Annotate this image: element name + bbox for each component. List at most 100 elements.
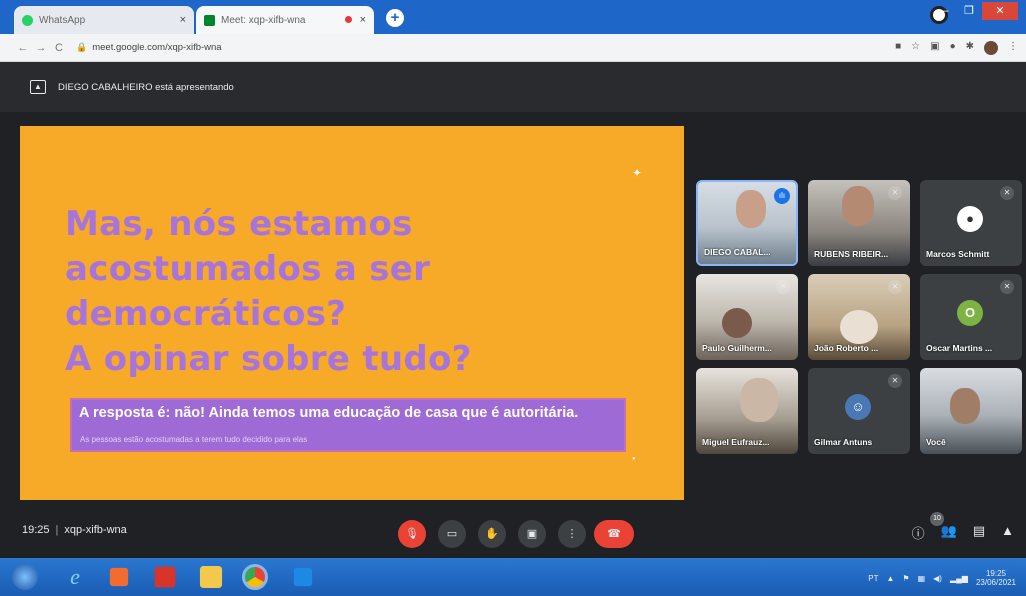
mic-off-icon: ✕ [888,374,902,388]
signal-icon[interactable]: ▂▄▆ [950,574,968,583]
volume-icon[interactable]: ◀) [933,574,942,583]
present-button[interactable]: ▣ [518,520,546,548]
mic-off-icon: ✕ [776,280,790,294]
browser-tab-bar: WhatsApp × Meet: xqp-xifb-wna × + — ❐ ✕ [0,0,1026,34]
chat-icon[interactable]: ▤ [973,523,985,542]
meeting-time: 19:25 [22,524,50,536]
slide-headline: Mas, nós estamos acostumados a ser democ… [65,202,625,382]
mic-off-icon: ✕ [1000,186,1014,200]
address-bar-icons: ■ ☆ ▣ ● ✱ ⋮ [895,41,1018,55]
lock-icon: 🔒 [76,42,88,52]
participant-name: DIEGO CABAL... [704,247,771,257]
meeting-info: 19:25 | xqp-xifb-wna [22,524,127,536]
answer-text: A resposta é: não! Ainda temos uma educa… [79,405,579,421]
participant-name: Paulo Guilherm... [702,343,772,353]
avatar: O [957,300,983,326]
url-text: meet.google.com/xqp-xifb-wna [92,42,222,53]
meeting-code: xqp-xifb-wna [64,524,127,536]
participant-name: Miguel Eufrauz... [702,437,770,447]
folder-icon[interactable] [199,565,223,589]
flag-icon[interactable]: ⚑ [902,574,909,583]
meet-taskbar-icon[interactable] [293,567,313,587]
network-icon[interactable]: ▦ [918,574,926,583]
meeting-controls: 19:25 | xqp-xifb-wna 🎙 ▭ ✋ ▣ ⋮ ☎ 10 ⓘ 👥 ▤ … [0,506,1026,558]
camera-icon[interactable]: ■ [895,41,901,55]
more-options-button[interactable]: ⋮ [558,520,586,548]
mic-off-button[interactable]: 🎙 [398,520,426,548]
hang-up-button[interactable]: ☎ [594,520,634,548]
tab-label: Meet: xqp-xifb-wna [221,14,306,26]
start-button[interactable] [12,564,38,590]
tab-label: WhatsApp [39,14,86,26]
camera-button[interactable]: ▭ [438,520,466,548]
participant-face [736,190,766,228]
participant-name: Oscar Martins ... [926,343,993,353]
window-controls: — ❐ ✕ [930,2,1018,20]
headline-line: Mas, nós estamos [65,204,413,244]
participant-tile[interactable]: ılı DIEGO CABAL... [696,180,798,266]
menu-icon[interactable]: ⋮ [1008,41,1018,55]
internet-explorer-icon[interactable]: e [62,564,88,590]
headline-line: A opinar sobre tudo? [65,339,472,379]
back-icon[interactable]: ← [14,42,32,54]
star-icon[interactable]: ☆ [911,41,920,55]
new-tab-button[interactable]: + [386,9,404,27]
tray-date: 23/06/2021 [975,578,1016,587]
participant-tile[interactable]: ✕ RUBENS RIBEIR... [808,180,910,266]
puzzle-icon[interactable]: ✱ [966,41,974,55]
tray-clock[interactable]: 19:25 23/06/2021 [976,569,1016,587]
media-player-icon[interactable] [109,567,129,587]
activities-icon[interactable]: ▲ [1001,523,1014,542]
participant-name: RUBENS RIBEIR... [814,249,889,259]
extension-icon[interactable]: ● [950,41,956,55]
reload-icon[interactable]: C [50,42,68,54]
extension-icon[interactable]: ▣ [930,41,939,55]
participant-name: Você [926,437,946,447]
right-controls: ⓘ 👥 ▤ ▲ [912,523,1014,542]
participant-tile[interactable]: ● ✕ Marcos Schmitt [920,180,1022,266]
pdf-icon[interactable] [154,566,176,588]
participant-tile[interactable]: ✕ Paulo Guilherm... [696,274,798,360]
participant-name: Gilmar Antuns [814,437,873,447]
sparkle-icon: ✦ [632,166,643,180]
maximize-button[interactable]: ❐ [956,2,982,20]
participant-name: Marcos Schmitt [926,249,990,259]
recording-dot-icon [345,16,352,23]
whatsapp-icon [22,14,33,26]
participant-tile[interactable]: O ✕ Oscar Martins ... [920,274,1022,360]
close-tab-icon[interactable]: × [180,14,186,26]
participant-face [740,378,778,422]
answer-box: A resposta é: não! Ainda temos uma educa… [70,398,626,452]
answer-subtext: As pessoas estão acostumadas a terem tud… [80,435,308,444]
avatar: ☺ [845,394,871,420]
address-bar: ← → C 🔒 meet.google.com/xqp-xifb-wna ■ ☆ … [0,34,1026,62]
meet-window: ▲ DIEGO CABALHEIRO está apresentando ✦ ●… [0,62,1026,558]
people-icon[interactable]: 👥 [941,523,957,542]
separator: | [55,524,59,536]
presentation-slide: ✦ ● Mas, nós estamos acostumados a ser d… [20,126,684,500]
participant-tile[interactable]: ✕ João Roberto ... [808,274,910,360]
mic-off-icon: ✕ [888,280,902,294]
chrome-icon[interactable] [242,564,268,590]
participant-tile[interactable]: ☺ ✕ Gilmar Antuns [808,368,910,454]
participant-face [842,186,874,226]
avatar[interactable] [984,41,998,55]
close-tab-icon[interactable]: × [360,14,366,26]
url-field[interactable]: 🔒 meet.google.com/xqp-xifb-wna [76,42,222,53]
presenting-banner: ▲ DIEGO CABALHEIRO está apresentando [0,62,1026,112]
minimize-button[interactable]: — [930,2,956,20]
participant-face [950,388,980,424]
tab-whatsapp[interactable]: WhatsApp × [14,6,194,34]
participant-tile[interactable]: Miguel Eufrauz... [696,368,798,454]
headline-line: acostumados a ser [65,249,431,289]
speaking-icon: ılı [774,188,790,204]
language-indicator[interactable]: PT [868,574,878,583]
participant-tile[interactable]: Você [920,368,1022,454]
forward-icon[interactable]: → [32,42,50,54]
mic-off-icon: ✕ [1000,280,1014,294]
close-window-button[interactable]: ✕ [982,2,1018,20]
raise-hand-button[interactable]: ✋ [478,520,506,548]
participant-face [840,310,878,344]
tray-expand-icon[interactable]: ▲ [886,574,894,583]
info-icon[interactable]: ⓘ [912,523,925,542]
